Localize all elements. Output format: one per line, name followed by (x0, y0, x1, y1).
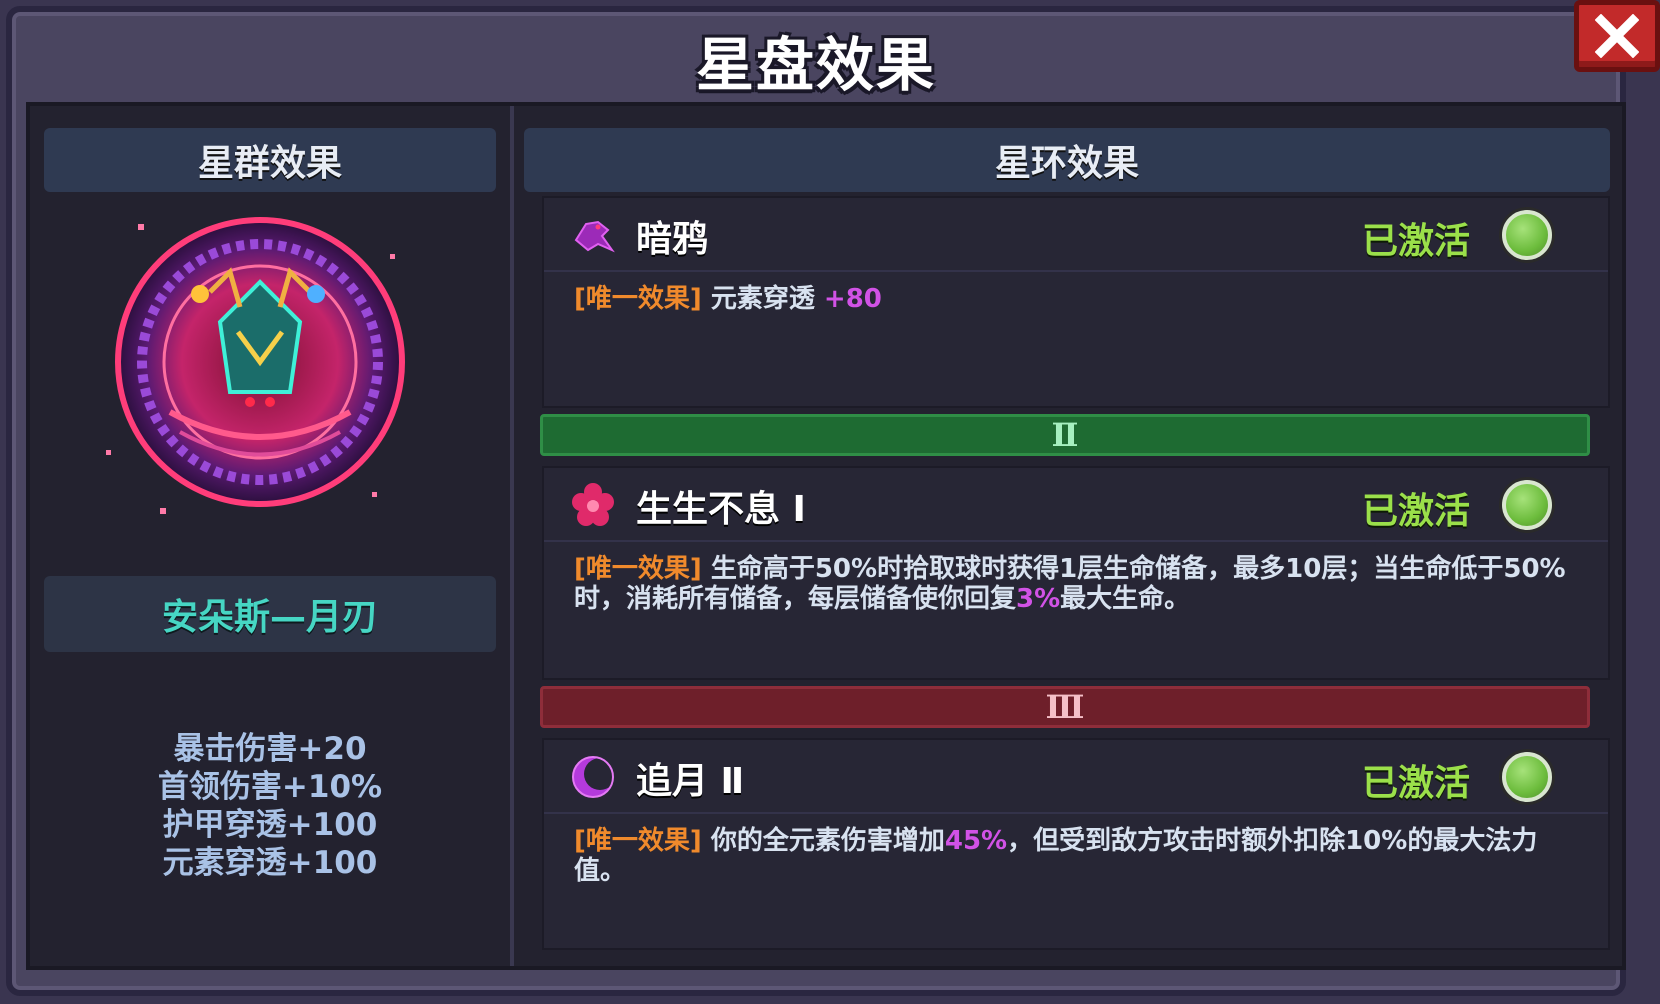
effect-status: 已激活 (1362, 763, 1471, 804)
effect-header: 追月 Ⅱ 已激活 (544, 740, 1608, 814)
effect-name: 暗鸦 (636, 219, 709, 260)
effect-name: 生生不息 Ⅰ (636, 489, 806, 530)
stat-line: 护甲穿透+100 (162, 807, 378, 843)
panel-divider (510, 106, 514, 966)
effect-tag: [唯一效果] (574, 826, 702, 856)
desc-highlight: 45% (944, 826, 1008, 856)
active-indicator (1502, 210, 1552, 260)
effect-card: 生生不息 Ⅰ 已激活 [唯一效果] 生命高于50%时拾取球时获得1层生命储备，最… (542, 466, 1610, 680)
close-icon (1595, 14, 1639, 58)
raven-icon (574, 220, 615, 253)
stat-line: 暴击伤害+20 (173, 731, 367, 767)
flower-icon (572, 483, 614, 526)
desc-text: 你的全元素伤害增加 (710, 826, 945, 856)
stat-line: 首领伤害+10% (157, 769, 383, 805)
effect-header: 生生不息 Ⅰ 已激活 (544, 468, 1608, 542)
effect-status: 已激活 (1362, 221, 1471, 262)
stat-line: 元素穿透+100 (162, 845, 378, 881)
effect-status: 已激活 (1362, 491, 1471, 532)
dialog-title: 星盘效果 (695, 31, 936, 99)
tier-divider-2: Ⅱ (540, 414, 1590, 456)
effect-card: 追月 Ⅱ 已激活 [唯一效果] 你的全元素伤害增加45%，但受到敌方攻击时额外扣… (542, 738, 1610, 950)
desc-highlight: +80 (823, 284, 882, 314)
effect-description: [唯一效果] 生命高于50%时拾取球时获得1层生命储备，最多10层；当生命低于5… (574, 554, 1584, 614)
effect-description: [唯一效果] 元素穿透 +80 (574, 284, 1584, 314)
ring-effects-header: 星环效果 (524, 128, 1610, 192)
constellation-header: 星群效果 (44, 128, 496, 192)
desc-highlight: 3% (1016, 584, 1061, 614)
close-button[interactable] (1574, 0, 1660, 72)
effect-card: 暗鸦 已激活 [唯一效果] 元素穿透 +80 (542, 196, 1610, 408)
tier-divider-3: Ⅲ (540, 686, 1590, 728)
effect-tag: [唯一效果] (574, 284, 702, 314)
active-indicator (1502, 752, 1552, 802)
constellation-name: 安朵斯—月刃 (44, 576, 496, 652)
constellation-emblem-icon (106, 217, 405, 514)
constellation-stats: 暴击伤害+20 首领伤害+10% 护甲穿透+100 元素穿透+100 (44, 730, 496, 882)
active-indicator (1502, 480, 1552, 530)
desc-text: 元素穿透 (710, 284, 824, 314)
effect-header: 暗鸦 已激活 (544, 198, 1608, 272)
effect-name: 追月 Ⅱ (636, 761, 745, 802)
effect-tag: [唯一效果] (574, 554, 702, 584)
effect-description: [唯一效果] 你的全元素伤害增加45%，但受到敌方攻击时额外扣除10%的最大法力… (574, 826, 1584, 886)
crescent-moon-icon (572, 756, 616, 798)
desc-text: 最大生命。 (1060, 584, 1191, 614)
